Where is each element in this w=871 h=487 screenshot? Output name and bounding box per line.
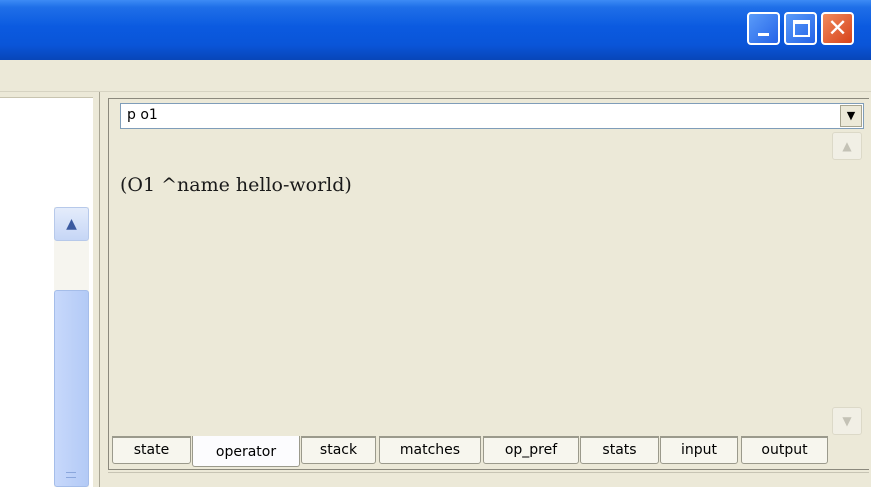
tab-label: matches	[399, 442, 461, 458]
minimize-button[interactable]	[747, 12, 780, 45]
tab-label: state	[133, 442, 170, 458]
close-icon: ✕	[827, 14, 848, 42]
tab-operator[interactable]: operator	[192, 436, 300, 467]
tab-stats[interactable]: stats	[580, 436, 659, 464]
tab-label: stats	[602, 442, 637, 458]
chevron-up-icon: ▲	[842, 139, 852, 153]
menu-bar	[0, 60, 871, 92]
command-input[interactable]: p o1	[127, 107, 158, 123]
scroll-up-button[interactable]: ▲	[832, 132, 862, 160]
tab-output[interactable]: output	[741, 436, 828, 464]
close-button[interactable]: ✕	[821, 12, 854, 45]
left-scrollbar-thumb[interactable]	[54, 290, 89, 487]
right-pane: p o1 ▼ (O1 ^name hello-world) ▲ ▼ state …	[104, 92, 871, 487]
debug-view-frame	[108, 98, 869, 470]
scrollbar-grip-icon	[66, 472, 76, 478]
tab-stack[interactable]: stack	[301, 436, 376, 464]
chevron-down-icon: ▼	[842, 414, 852, 428]
tab-label: op_pref	[504, 442, 558, 458]
tab-op-pref[interactable]: op_pref	[483, 436, 579, 464]
chevron-up-icon: ▲	[66, 216, 77, 232]
maximize-icon	[793, 20, 810, 37]
tab-label: output	[761, 442, 808, 458]
tab-input[interactable]: input	[660, 436, 738, 464]
combo-dropdown-button[interactable]: ▼	[840, 105, 862, 127]
command-combo-box[interactable]: p o1 ▼	[120, 103, 864, 129]
tab-label: input	[680, 442, 717, 458]
title-bar[interactable]: ✕	[0, 0, 871, 60]
status-strip	[108, 472, 869, 487]
left-scroll-up-button[interactable]: ▲	[54, 207, 89, 241]
chevron-down-icon: ▼	[846, 109, 856, 122]
scroll-down-button[interactable]: ▼	[832, 407, 862, 435]
minimize-icon	[758, 33, 769, 36]
left-pane: ▲	[0, 92, 104, 487]
output-text: (O1 ^name hello-world)	[120, 174, 352, 196]
tab-state[interactable]: state	[112, 436, 191, 464]
output-scrollbar[interactable]: ▲ ▼	[832, 132, 862, 435]
tab-matches[interactable]: matches	[379, 436, 481, 464]
maximize-button[interactable]	[784, 12, 817, 45]
tab-label: operator	[215, 444, 277, 460]
tab-label: stack	[319, 442, 358, 458]
